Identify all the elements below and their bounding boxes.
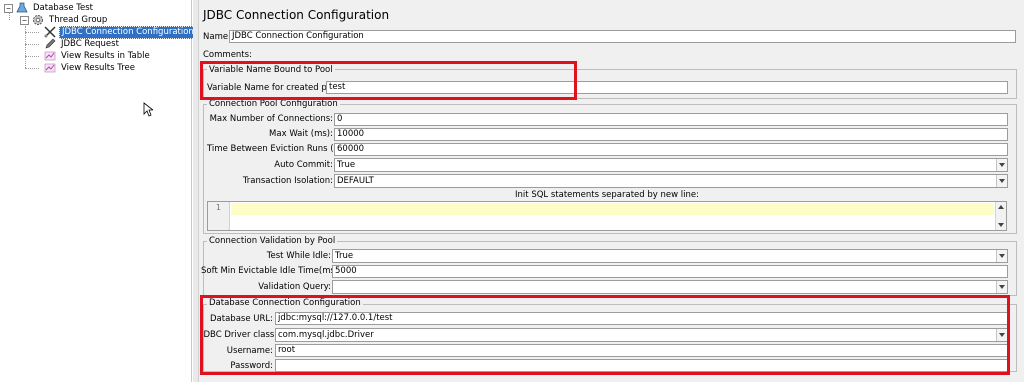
max-conn-label: Max Number of Connections: (209, 114, 333, 124)
highlight-box-pool-binding (200, 61, 577, 100)
name-field[interactable]: JDBC Connection Configuration (229, 30, 1016, 43)
chart-icon (44, 62, 56, 74)
tree-connector (25, 56, 39, 57)
soft-min-label: Soft Min Evictable Idle Time(ms): (201, 266, 342, 276)
tree-item-view-results-tree[interactable]: View Results Tree (44, 62, 137, 74)
eviction-label: Time Between Eviction Runs (ms): (207, 144, 353, 154)
tree-node-test-plan[interactable]: − Database Test (4, 2, 95, 14)
tree-node-label: View Results Tree (61, 62, 135, 73)
max-conn-field[interactable]: 0 (334, 113, 1008, 126)
tree-connector (9, 13, 10, 20)
init-sql-label: Init SQL statements separated by new lin… (515, 190, 699, 200)
max-wait-label: Max Wait (ms): (269, 129, 333, 139)
eviction-field[interactable]: 60000 (334, 143, 1008, 156)
tree-node-label: JDBC Connection Configuration (59, 25, 197, 39)
test-idle-select[interactable]: True (332, 249, 1008, 263)
current-line-highlight (231, 203, 994, 215)
validation-legend: Connection Validation by Pool (207, 236, 338, 247)
tree-item-view-results-table[interactable]: View Results in Table (44, 50, 152, 62)
sql-scrollbar[interactable] (995, 202, 1006, 230)
highlight-box-db-conn (200, 295, 1010, 375)
wrench-scissors-icon (44, 26, 56, 38)
tree-connector (25, 68, 39, 69)
test-idle-value: True (335, 251, 354, 261)
collapse-toggle-icon[interactable]: − (4, 3, 13, 13)
collapse-toggle-icon[interactable]: − (20, 15, 29, 25)
auto-commit-select[interactable]: True (334, 158, 1008, 172)
validation-query-label: Validation Query: (258, 282, 331, 292)
tree-node-label: Database Test (33, 2, 93, 13)
chevron-down-icon[interactable] (996, 281, 1007, 293)
tree-node-label: JDBC Request (61, 38, 119, 49)
flask-icon (16, 2, 28, 14)
test-idle-label: Test While Idle: (266, 251, 331, 261)
auto-commit-value: True (337, 160, 356, 170)
gear-icon (32, 14, 44, 26)
tree-node-label: Thread Group (49, 14, 108, 25)
init-sql-editor[interactable]: 1 (207, 201, 1007, 231)
pool-config-legend: Connection Pool Configuration (207, 99, 340, 110)
mouse-cursor-icon (143, 102, 155, 120)
page-title: JDBC Connection Configuration (203, 8, 390, 22)
scroll-down-icon[interactable] (998, 223, 1004, 227)
tree-connector (25, 44, 39, 45)
test-plan-tree[interactable]: − Database Test − Thread Group JDBC Conn… (0, 0, 197, 382)
isolation-value: DEFAULT (337, 176, 374, 186)
tree-item-jdbc-request[interactable]: JDBC Request (44, 38, 121, 50)
name-label: Name: (203, 32, 231, 42)
chevron-down-icon[interactable] (996, 159, 1007, 171)
tree-item-jdbc-connection-config[interactable]: JDBC Connection Configuration (44, 25, 197, 39)
tree-connector (25, 32, 39, 33)
line-number-gutter: 1 (208, 202, 230, 230)
tree-node-label: View Results in Table (61, 50, 150, 61)
validation-query-select[interactable] (332, 280, 1008, 294)
pen-icon (44, 38, 56, 50)
chart-icon (44, 50, 56, 62)
chevron-down-icon[interactable] (996, 175, 1007, 187)
auto-commit-label: Auto Commit: (274, 160, 333, 170)
chevron-down-icon[interactable] (996, 250, 1007, 262)
isolation-select[interactable]: DEFAULT (334, 174, 1008, 188)
max-wait-field[interactable]: 10000 (334, 128, 1008, 141)
scroll-up-icon[interactable] (998, 205, 1004, 209)
tree-node-thread-group[interactable]: − Thread Group (20, 14, 109, 26)
isolation-label: Transaction Isolation: (242, 176, 333, 186)
config-panel: JDBC Connection Configuration Name: JDBC… (199, 0, 1024, 382)
comments-label: Comments: (203, 50, 252, 60)
soft-min-field[interactable]: 5000 (332, 265, 1008, 278)
